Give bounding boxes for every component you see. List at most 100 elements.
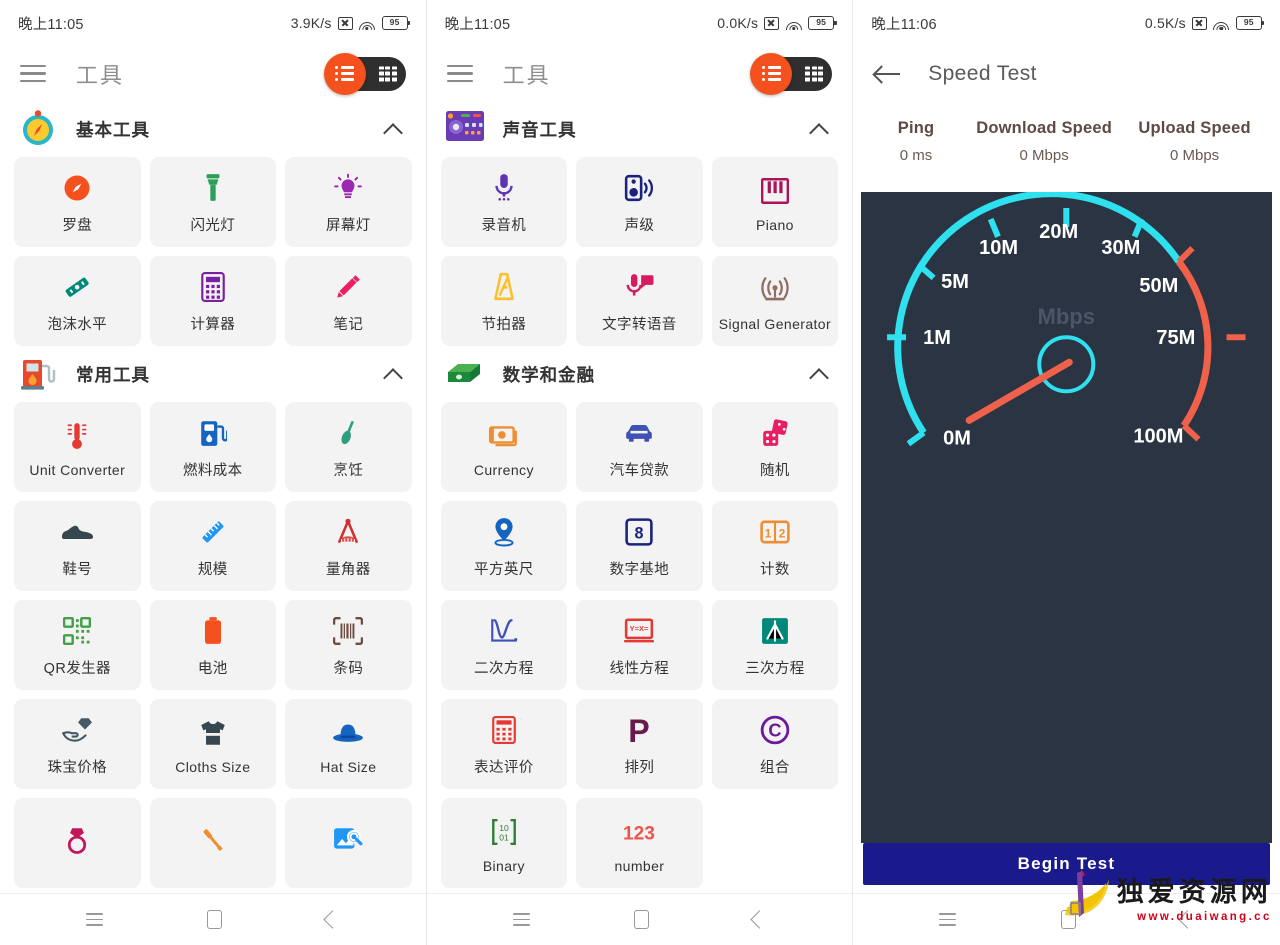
home-icon[interactable] [207, 910, 223, 929]
tile-label: 三次方程 [745, 661, 805, 677]
status-time: 晚上11:05 [444, 16, 511, 33]
flashlight-icon [200, 169, 226, 207]
view-mode-toggle[interactable] [323, 52, 406, 95]
tile-linear-equation[interactable]: Y=X= 线性方程 [576, 600, 703, 690]
tile-label: Hat Size [320, 758, 377, 775]
tile-grid-common: Unit Converter 燃料成本 烹饪 鞋号 规模 量角器 QR发生器 电… [14, 402, 412, 888]
recents-icon[interactable] [512, 913, 530, 926]
tile-scale[interactable]: 规模 [149, 501, 277, 591]
chevron-up-icon[interactable] [384, 120, 402, 138]
list-view-icon[interactable] [750, 52, 793, 95]
jewelry-price-icon [61, 711, 93, 749]
tile-spirit-level[interactable]: 泡沫水平 [14, 256, 141, 346]
section-header-common[interactable]: 常用工具 [14, 346, 412, 402]
tile-screen-light[interactable]: 屏幕灯 [285, 157, 412, 247]
status-icons: 0.0K/s 95 [717, 15, 837, 31]
tile-flashlight[interactable]: 闪光灯 [149, 157, 277, 247]
tile-cloths-size[interactable]: Cloths Size [149, 699, 277, 789]
wifi-icon [785, 17, 802, 30]
chevron-up-icon[interactable] [384, 365, 402, 383]
tile-jewelry-price[interactable]: 珠宝价格 [14, 699, 141, 789]
tile-signal-generator[interactable]: Signal Generator [711, 256, 839, 346]
tile-expression-eval[interactable]: 表达评价 [440, 699, 568, 789]
recents-icon[interactable] [939, 913, 957, 926]
tile-permutation[interactable]: P 排列 [576, 699, 703, 789]
tile-square-feet[interactable]: 平方英尺 [440, 501, 568, 591]
section-header-math[interactable]: 数学和金融 [441, 346, 839, 402]
tools-content[interactable]: 声音工具 录音机 声级 Piano 节拍器 文字转语音 Signal Gener… [427, 101, 853, 893]
tile-calculator[interactable]: 计算器 [149, 256, 277, 346]
tile-metronome[interactable]: 节拍器 [440, 256, 568, 346]
chevron-up-icon[interactable] [810, 365, 828, 383]
hamburger-icon[interactable] [20, 64, 46, 83]
tile-barcode[interactable]: 条码 [285, 600, 412, 690]
tile-label: 表达评价 [474, 760, 534, 776]
svg-text:01: 01 [499, 832, 509, 842]
tile-image-search[interactable] [285, 798, 412, 888]
grid-view-icon[interactable] [378, 66, 397, 81]
no-data-icon [337, 16, 353, 30]
recents-icon[interactable] [86, 913, 104, 926]
status-bar: 晚上11:05 0.0K/s 95 [427, 0, 853, 46]
gauge-unit-label: Mbps [1038, 304, 1095, 329]
tile-counter[interactable]: 12 计数 [711, 501, 839, 591]
back-icon[interactable] [323, 910, 343, 929]
chevron-up-icon[interactable] [810, 120, 828, 138]
view-mode-toggle[interactable] [750, 52, 833, 95]
tile-piano[interactable]: Piano [711, 157, 839, 247]
tools-content[interactable]: 基本工具 罗盘 闪光灯 屏幕灯 泡沫水平 计算器 笔记 常用工具 Unit Co… [0, 101, 426, 893]
tile-label: 量角器 [325, 562, 371, 578]
compass-icon [18, 109, 58, 149]
number-base-icon: 8 [625, 513, 654, 551]
back-icon[interactable] [750, 910, 769, 929]
tile-sound-level[interactable]: 声级 [576, 157, 703, 247]
tile-qr-generator[interactable]: QR发生器 [14, 600, 141, 690]
home-icon[interactable] [633, 910, 649, 929]
tile-random[interactable]: 随机 [711, 402, 839, 492]
tile-text-to-speech[interactable]: 文字转语音 [576, 256, 703, 346]
tile-label: 节拍器 [481, 317, 527, 333]
tile-label: 计数 [760, 562, 790, 578]
tile-cubic-equation[interactable]: 三次方程 [711, 600, 839, 690]
tile-combination[interactable]: C 组合 [711, 699, 839, 789]
begin-test-button[interactable]: Begin Test [863, 843, 1270, 885]
tile-hat-size[interactable]: Hat Size [285, 699, 412, 789]
tile-currency[interactable]: Currency [440, 402, 568, 492]
section-header-sound[interactable]: 声音工具 [441, 101, 839, 157]
tile-ring[interactable] [14, 798, 141, 888]
svg-text:1: 1 [765, 527, 772, 540]
tile-shoe-size[interactable]: 鞋号 [14, 501, 141, 591]
arrow-back-icon[interactable] [875, 63, 901, 85]
tile-screwdriver[interactable] [149, 798, 277, 888]
back-icon[interactable] [1177, 910, 1197, 929]
stat-ping: Ping 0 ms [863, 119, 969, 164]
gas-pump-icon [18, 354, 58, 394]
tile-notes[interactable]: 笔记 [285, 256, 412, 346]
system-nav-bar [853, 893, 1280, 945]
tile-compass[interactable]: 罗盘 [14, 157, 141, 247]
tile-binary[interactable]: 10 01 Binary [440, 798, 568, 888]
hamburger-icon[interactable] [446, 64, 473, 83]
tile-cooking[interactable]: 烹饪 [285, 402, 412, 492]
tile-protractor[interactable]: 量角器 [285, 501, 412, 591]
tile-unit-converter[interactable]: Unit Converter [14, 402, 141, 492]
tile-number[interactable]: 123 number [576, 798, 703, 888]
section-header-basic[interactable]: 基本工具 [14, 101, 412, 157]
tile-recorder[interactable]: 录音机 [440, 157, 568, 247]
tile-fuel-cost[interactable]: 燃料成本 [149, 402, 277, 492]
grid-view-icon[interactable] [805, 66, 824, 81]
tile-car-loan[interactable]: 汽车贷款 [576, 402, 703, 492]
tile-battery[interactable]: 电池 [149, 600, 277, 690]
status-icons: 0.5K/s 95 [1145, 15, 1265, 31]
tile-quadratic-equation[interactable]: 二次方程 [440, 600, 568, 690]
tile-label: 烹饪 [333, 463, 364, 479]
home-icon[interactable] [1060, 910, 1076, 929]
speedometer-gauge: 0M 1M 5M 10M 20M 30M 50M 75M 100M Mbps [887, 192, 1246, 449]
tile-label: 计算器 [190, 317, 236, 333]
svg-text:8: 8 [635, 524, 644, 542]
currency-icon [488, 417, 520, 455]
list-view-icon[interactable] [323, 52, 366, 95]
expression-eval-icon [492, 711, 516, 749]
tile-number-base[interactable]: 8 数字基地 [576, 501, 703, 591]
stat-upload: Upload Speed 0 Mbps [1119, 119, 1269, 164]
